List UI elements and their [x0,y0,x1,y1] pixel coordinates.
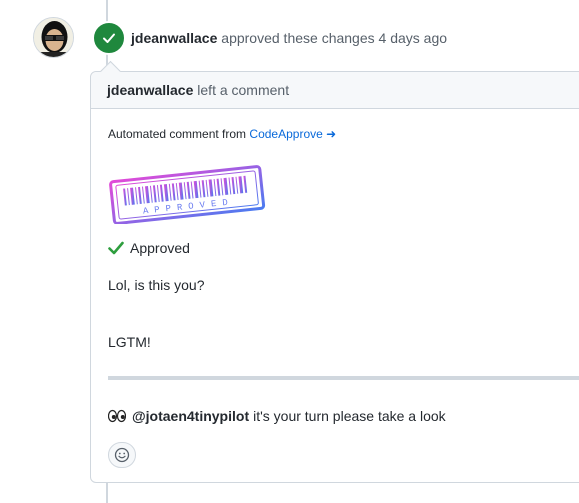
review-action-text: approved these changes [221,30,375,46]
mention-text: it's your turn please take a look [253,408,446,424]
avatar[interactable] [33,17,74,58]
review-author-link[interactable]: jdeanwallace [131,30,217,46]
horizontal-rule [108,376,579,380]
review-time[interactable]: 4 days ago [379,30,448,46]
check-icon [103,33,115,43]
smiley-icon [114,447,130,463]
approved-stamp-image: APPROVED [109,165,266,224]
comment-lgtm: LGTM! [108,334,151,350]
eyes-icon [108,409,126,423]
comment-author-link[interactable]: jdeanwallace [107,82,193,98]
approved-check-badge [92,21,126,55]
mention-line: @jotaen4tinypilot it's your turn please … [108,407,446,425]
comment-action-text: left a comment [197,82,290,98]
automated-comment-line: Automated comment from CodeApprove ➜ [108,125,336,143]
pull-request-timeline: jdeanwallace approved these changes 4 da… [0,0,579,503]
comment-question: Lol, is this you? [108,277,205,293]
review-event-line: jdeanwallace approved these changes 4 da… [131,29,447,47]
heavy-check-icon [108,241,124,255]
codeapprove-link[interactable]: CodeApprove ➜ [249,127,336,141]
approved-status-line: Approved [108,239,190,257]
mention-user-link[interactable]: @jotaen4tinypilot [132,407,249,425]
comment-header: jdeanwallace left a comment [91,72,579,109]
add-reaction-button[interactable] [108,442,136,468]
approved-label: Approved [130,240,190,256]
review-comment-box: jdeanwallace left a comment Automated co… [90,71,579,483]
automated-prefix: Automated comment from [108,127,247,141]
